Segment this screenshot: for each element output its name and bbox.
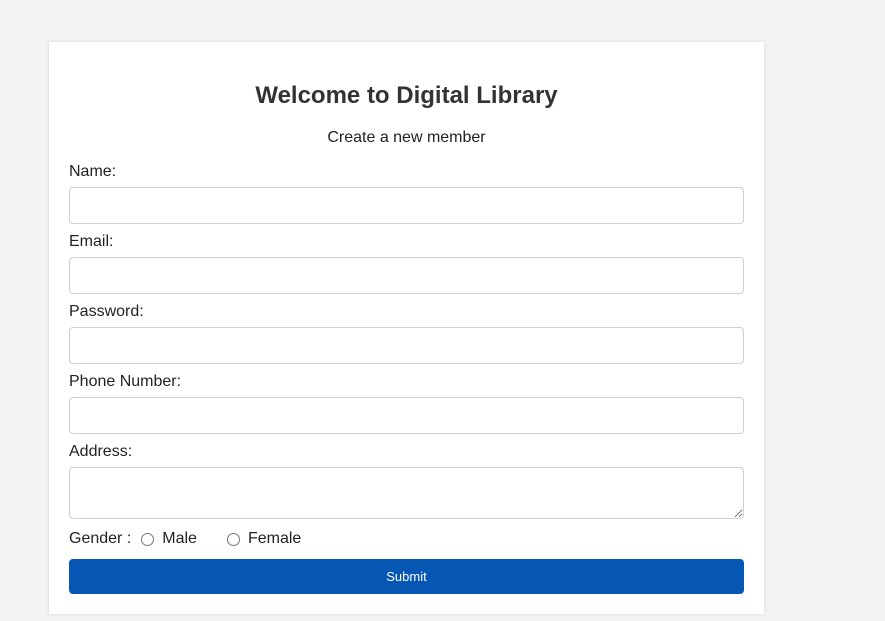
address-textarea[interactable] [69, 467, 744, 519]
phone-number-label: Phone Number: [69, 373, 182, 390]
phone-number-input[interactable] [69, 397, 744, 434]
female-radio[interactable] [226, 532, 240, 546]
page-subtitle: Create a new member [327, 129, 486, 146]
gender-option-female[interactable]: Female [226, 530, 301, 548]
password-input[interactable] [69, 327, 744, 364]
name-input[interactable] [69, 187, 744, 224]
male-radio-label[interactable]: Male [162, 530, 197, 548]
gender-option-male[interactable]: Male [141, 530, 197, 548]
email-input[interactable] [69, 257, 744, 294]
name-label: Name: [69, 163, 117, 180]
male-radio[interactable] [141, 532, 155, 546]
email-label: Email: [69, 233, 114, 250]
page-title: Welcome to Digital Library [255, 82, 558, 109]
gender-group: Gender : Male Female [69, 529, 301, 549]
gender-label: Gender : [69, 530, 132, 547]
address-label: Address: [69, 443, 133, 460]
female-radio-label[interactable]: Female [248, 530, 301, 548]
submit-button[interactable]: Submit [69, 559, 744, 594]
registration-card: Welcome to Digital Library Create a new … [49, 42, 764, 614]
password-label: Password: [69, 303, 144, 320]
